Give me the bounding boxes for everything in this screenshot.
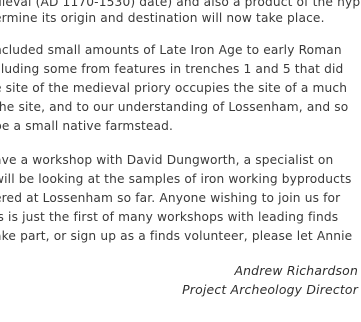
paragraph-2-line-2: cluding some from features in trenches 1… bbox=[0, 62, 344, 76]
paragraph-3-line-3: ered at Lossenham so far. Anyone wishing… bbox=[0, 191, 341, 205]
document-page: dieval (AD 1170-1530) date) and also a p… bbox=[0, 0, 361, 322]
paragraph-3-line-4: is is just the first of many workshops w… bbox=[0, 210, 339, 224]
paragraph-2-line-5: be a small native farmstead. bbox=[0, 119, 174, 133]
paragraph-2-line-1: ncluded small amounts of Late Iron Age t… bbox=[0, 43, 342, 57]
paragraph-2-line-4: the site, and to our understanding of Lo… bbox=[0, 100, 349, 114]
signature-title: Project Archeology Director bbox=[182, 282, 358, 297]
paragraph-1-line-1: dieval (AD 1170-1530) date) and also a p… bbox=[0, 0, 361, 9]
paragraph-3-line-1: ave a workshop with David Dungworth, a s… bbox=[0, 153, 334, 167]
paragraph-3-line-5: ake part, or sign up as a finds voluntee… bbox=[0, 229, 353, 243]
paragraph-1-line-2: ermine its origin and destination will n… bbox=[0, 11, 325, 25]
paragraph-3-line-2: will be looking at the samples of iron w… bbox=[0, 172, 352, 186]
paragraph-2-line-3: e site of the medieval priory occupies t… bbox=[0, 81, 348, 95]
signature-name: Andrew Richardson bbox=[234, 263, 358, 278]
